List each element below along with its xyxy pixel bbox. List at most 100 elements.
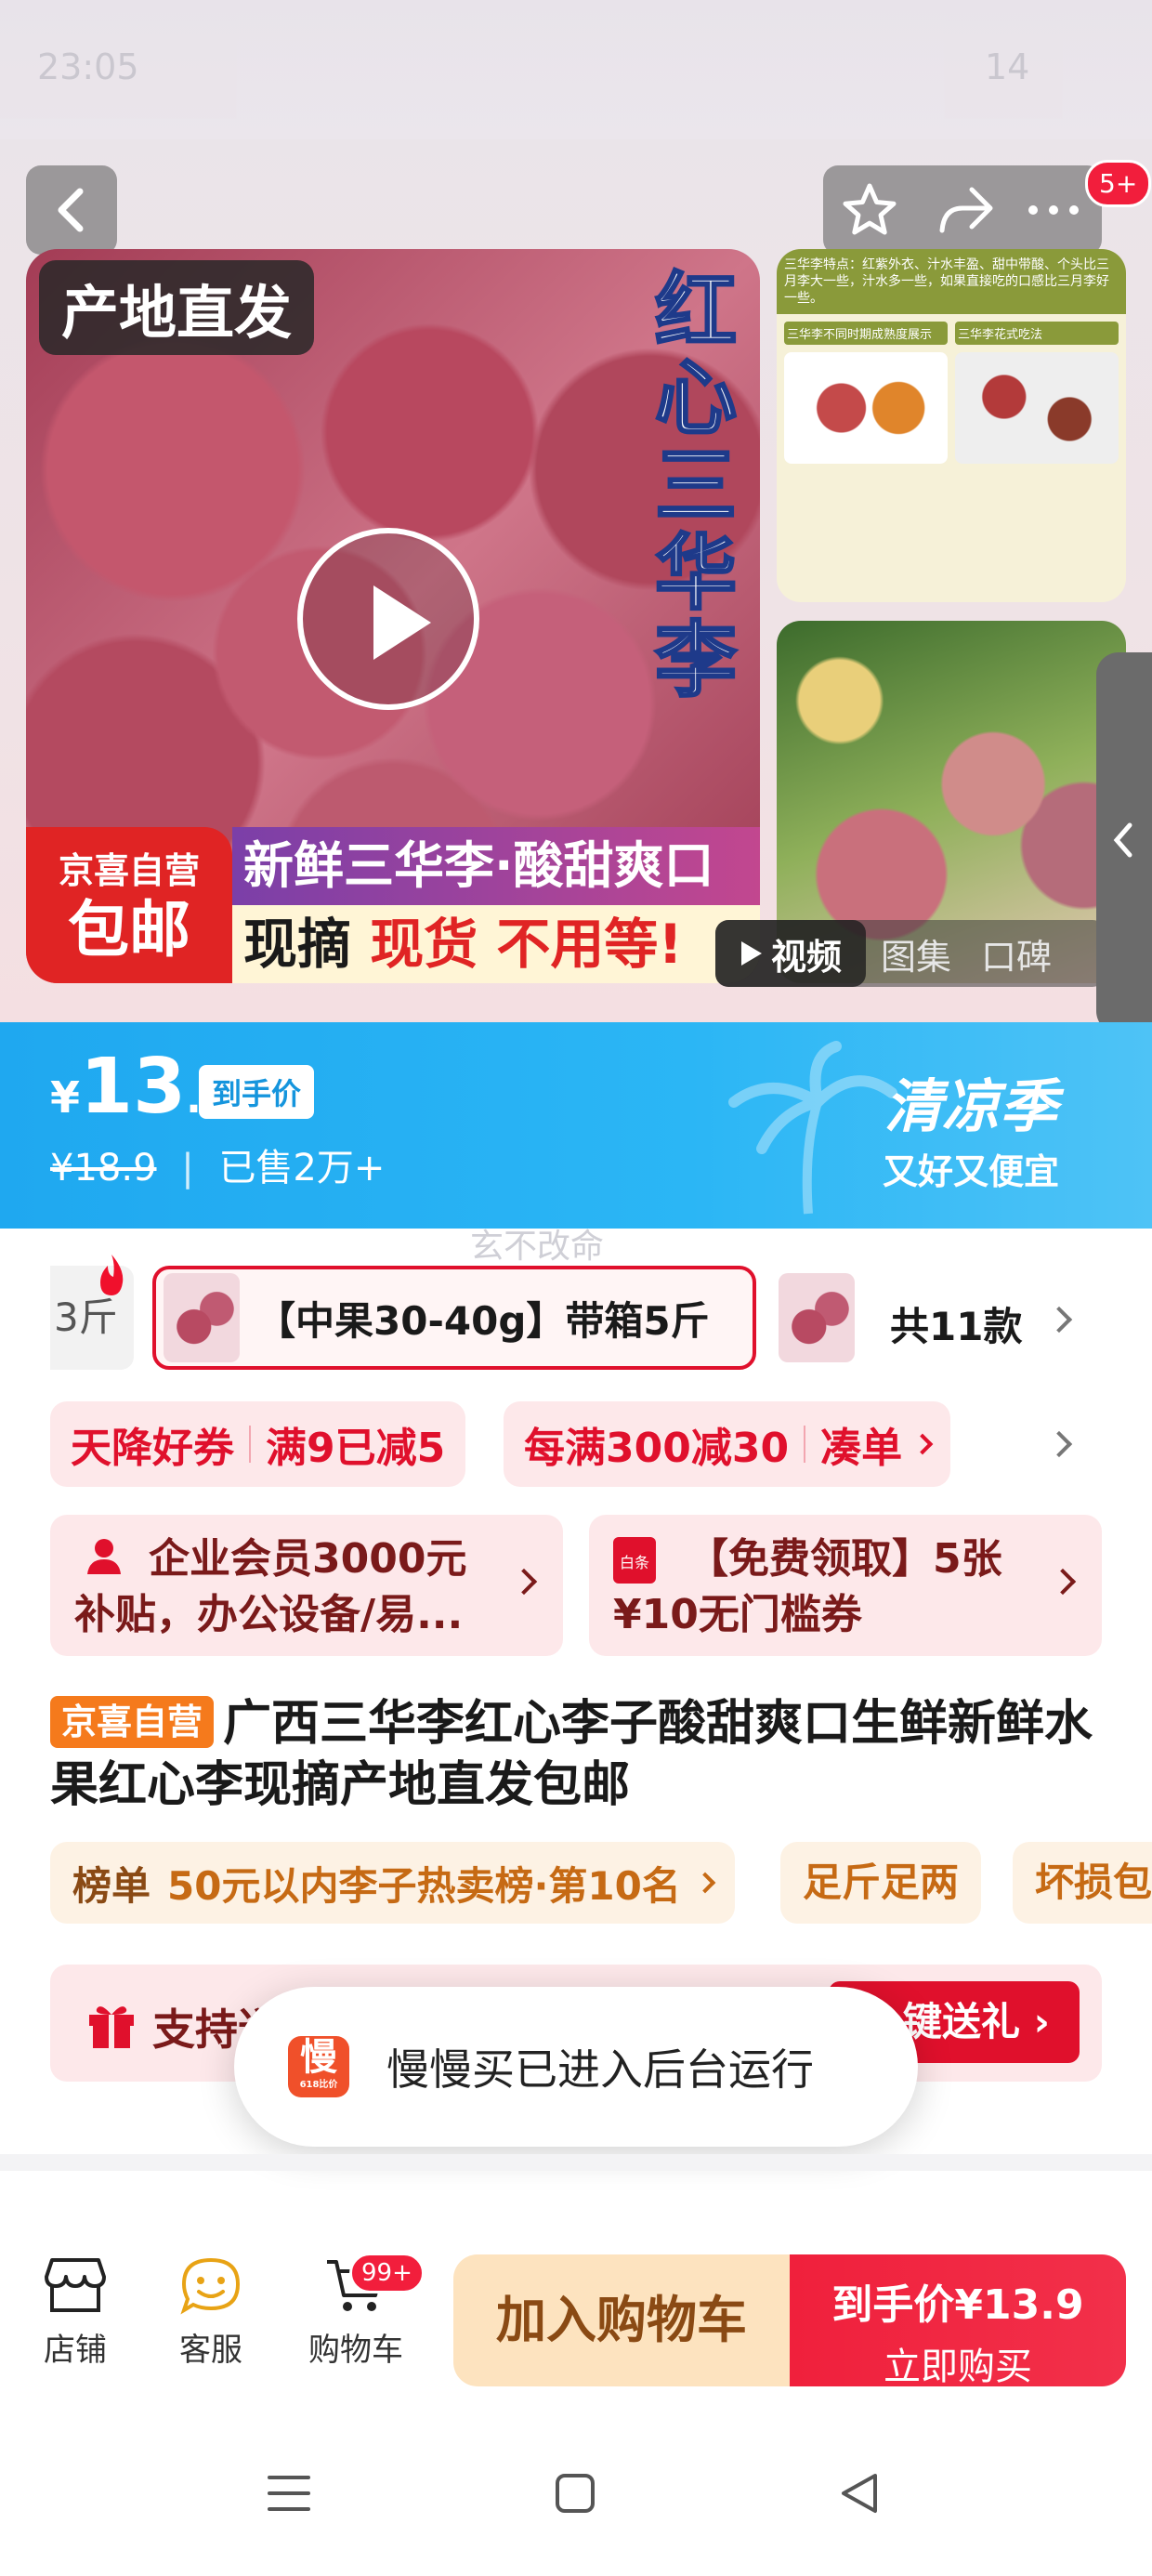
buy-now-label: 立即购买 <box>884 2346 1032 2388</box>
menu-icon[interactable] <box>266 2472 312 2515</box>
spec-thumbnail-more[interactable] <box>779 1273 855 1362</box>
self-operated-badge: 京喜自营 包邮 <box>26 827 232 983</box>
coupon-1-title: 天降好券 <box>71 1425 234 1472</box>
cart-count-badge: 5+ <box>1085 160 1152 207</box>
coupon-row: 天降好券 满9已减5 每满300减30 凑单 <box>0 1401 1152 1491</box>
chevron-right-icon <box>510 1568 538 1596</box>
status-bar: 23:05 14 <box>0 0 1152 139</box>
price-integer: 13 <box>80 1043 187 1131</box>
tab-reviews[interactable]: 口碑 <box>966 928 1067 979</box>
title-tag: 京喜自营 <box>50 1696 215 1748</box>
user-icon <box>87 1539 121 1574</box>
tab-gallery[interactable]: 图集 <box>866 928 966 979</box>
add-to-cart-button[interactable]: 加入购物车 <box>453 2254 790 2386</box>
section-divider <box>0 2154 1152 2171</box>
buy-now-button[interactable]: 到手价¥13.9 立即购买 <box>790 2254 1126 2388</box>
spec-count[interactable]: 共11款 <box>890 1295 1022 1352</box>
chevron-left-icon <box>1113 822 1132 858</box>
coupon-more-chevron-icon[interactable] <box>1045 1430 1073 1458</box>
toast-logo-text: 慢 <box>300 2036 337 2079</box>
tag-full-weight[interactable]: 足斤足两 <box>780 1842 982 1924</box>
promo-banner[interactable]: 清凉季 又好又便宜 <box>883 1059 1059 1194</box>
slogan-fresh: 现摘 <box>243 913 352 976</box>
benefit-enterprise[interactable]: 企业会员3000元补贴，办公设备/易... <box>50 1515 563 1656</box>
rank-badge[interactable]: 榜单 50元以内李子热卖榜·第10名 <box>50 1842 735 1924</box>
back-button[interactable] <box>26 165 117 255</box>
promo-title: 清凉季 <box>884 1072 1057 1140</box>
chat-smile-icon <box>180 2257 241 2315</box>
palm-tree-icon <box>728 1041 897 1215</box>
gallery-tabs: 视频 图集 口碑 <box>715 920 1106 987</box>
final-price-label: 到手价 <box>199 1065 315 1119</box>
price-secondary: ¥18.9 | 已售2万+ <box>50 1147 386 1189</box>
bottom-action-bar: 店铺 客服 购物车 99+ 加入购物车 到手价¥13.9 立即购买 <box>0 2212 1152 2398</box>
tab-video-label: 视频 <box>771 936 843 978</box>
status-time: 23:05 <box>37 46 139 87</box>
side-panel-handle[interactable] <box>1096 652 1152 1022</box>
image-slogan-1: 新鲜三华李·酸甜爽口 <box>232 827 760 905</box>
chevron-right-icon <box>1049 1568 1077 1596</box>
coupon-1[interactable]: 天降好券 满9已减5 <box>50 1401 466 1487</box>
play-video-button[interactable] <box>297 528 479 710</box>
buy-price-label: 到手价 <box>831 2281 955 2329</box>
slogan-instock: 现货 不用等! <box>370 913 683 976</box>
rank-text: 50元以内李子热卖榜·第10名 <box>167 1862 681 1909</box>
thumb-heading-1: 三华李不同时期成熟度展示 <box>784 322 948 345</box>
thumb-ripeness-image <box>784 352 948 464</box>
spec-selected-label: 【中果30-40g】带箱5斤 <box>256 1297 710 1344</box>
back-nav-icon[interactable] <box>836 2470 883 2517</box>
rank-row: 榜单 50元以内李子热卖榜·第10名 足斤足两 坏损包 <box>0 1842 1152 1924</box>
badge-line1: 京喜自营 <box>58 850 200 891</box>
buy-price: ¥13.9 <box>954 2281 1084 2329</box>
promo-subtitle: 又好又便宜 <box>882 1151 1059 1192</box>
tab-video[interactable]: 视频 <box>715 920 867 987</box>
chevron-right-icon <box>1045 1306 1073 1334</box>
service-label: 客服 <box>179 2332 242 2369</box>
send-gift-label: 键送礼 <box>903 1999 1021 2044</box>
tag-damage-guarantee[interactable]: 坏损包 <box>1013 1842 1152 1924</box>
coupon-1-value: 满9已减5 <box>266 1425 446 1472</box>
store-label: 店铺 <box>44 2332 107 2369</box>
store-icon <box>45 2258 106 2312</box>
image-slogan-2: 现摘 现货 不用等! <box>232 905 760 983</box>
spec-option-selected[interactable]: 【中果30-40g】带箱5斤 <box>152 1266 756 1370</box>
image-vertical-title: 红心三华李 <box>653 263 738 708</box>
thumb-eating-image <box>955 352 1119 464</box>
cart-label: 购物车 <box>308 2332 403 2369</box>
benefit-coupon[interactable]: 白条 【免费领取】5张¥10无门槛券 <box>589 1515 1102 1656</box>
spec-selector: 3斤 【中果30-40g】带箱5斤 共11款 <box>0 1255 1152 1381</box>
back-icon <box>58 188 84 232</box>
hot-flame-icon <box>100 1255 124 1295</box>
more-icon[interactable] <box>1024 199 1083 221</box>
benefit-coupon-text: 【免费领取】5张¥10无门槛券 <box>613 1535 1002 1638</box>
sold-count: 已售2万+ <box>218 1147 386 1189</box>
manmanmai-logo-icon: 慢 618比价 <box>288 2036 349 2097</box>
header-actions <box>823 165 1102 255</box>
origin-tag: 产地直发 <box>39 260 315 355</box>
coupon-2[interactable]: 每满300减30 凑单 <box>504 1401 951 1487</box>
product-gallery[interactable]: 23:05 14 5+ 产地直发 红心三华李 新鲜三华李·酸甜爽口 现摘 现货 … <box>0 0 1152 1022</box>
customer-service-button[interactable]: 客服 <box>141 2254 281 2370</box>
home-icon[interactable] <box>552 2470 598 2517</box>
favorite-star-icon[interactable] <box>840 180 899 240</box>
cart-item-badge: 99+ <box>349 2253 425 2293</box>
gallery-thumbnail-1[interactable]: 三华李特点：红紫外衣、汁水丰盈、甜中带酸、个头比三月李大一些，汁水多一些，如果直… <box>777 249 1126 602</box>
thumb-description: 三华李特点：红紫外衣、汁水丰盈、甜中带酸、个头比三月李大一些，汁水多一些，如果直… <box>777 249 1126 314</box>
price-banner: ¥13.9 到手价 ¥18.9 | 已售2万+ 清凉季 又好又便宜 <box>0 1022 1152 1229</box>
price-currency: ¥ <box>50 1072 81 1123</box>
product-title: 京喜自营 广西三华李红心李子酸甜爽口生鲜新鲜水果红心李现摘产地直发包邮 <box>50 1693 1109 1816</box>
main-product-image[interactable]: 产地直发 红心三华李 新鲜三华李·酸甜爽口 现摘 现货 不用等! 京喜自营 包邮 <box>26 249 760 983</box>
thumb-heading-2: 三华李花式吃法 <box>955 322 1119 345</box>
toast-text: 慢慢买已进入后台运行 <box>386 2044 814 2095</box>
system-nav-bar <box>0 2398 1152 2576</box>
rank-label: 榜单 <box>72 1862 151 1909</box>
toast-logo-sub: 618比价 <box>299 2080 338 2090</box>
benefit-enterprise-text: 企业会员3000元补贴，办公设备/易... <box>74 1535 467 1638</box>
share-icon[interactable] <box>935 182 996 238</box>
play-small-icon <box>741 941 762 966</box>
store-button[interactable]: 店铺 <box>6 2254 145 2370</box>
spec-thumbnail <box>164 1273 240 1362</box>
status-battery: 14 <box>985 46 1030 87</box>
gift-icon <box>89 2006 134 2048</box>
original-price: ¥18.9 <box>50 1147 157 1189</box>
